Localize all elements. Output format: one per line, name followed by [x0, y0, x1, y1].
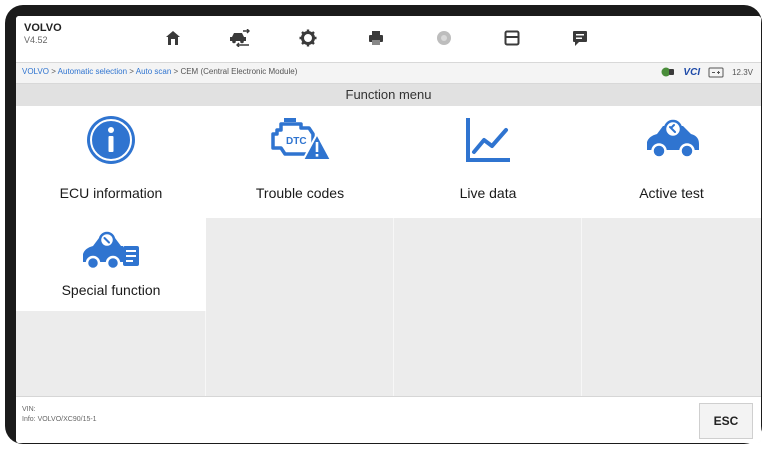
home-button[interactable] — [159, 25, 187, 51]
breadcrumb-link-automatic-selection[interactable]: Automatic selection — [58, 67, 127, 76]
data-log-icon — [573, 31, 587, 46]
breadcrumb-separator: > — [127, 67, 136, 76]
vci-status: VCI — [683, 66, 701, 78]
empty-cell — [16, 311, 206, 396]
battery-icon — [708, 67, 724, 77]
menu-item-active-test[interactable]: Active test — [582, 106, 761, 218]
app-version: V4.52 — [24, 35, 48, 45]
info-icon — [87, 116, 135, 164]
help-icon — [437, 31, 451, 45]
engine-warning-icon: DTC — [271, 118, 333, 161]
menu-item-label: Special function — [61, 282, 161, 298]
save-icon — [504, 30, 520, 46]
empty-cell — [206, 218, 394, 311]
breadcrumb-bar: VOLVO > Automatic selection > Auto scan … — [16, 62, 761, 84]
svg-text:DTC: DTC — [286, 136, 307, 147]
brand-name: VOLVO — [24, 22, 62, 34]
empty-cell — [582, 218, 761, 311]
menu-item-label: Live data — [459, 185, 517, 201]
empty-cell — [394, 311, 582, 396]
empty-cell — [206, 311, 394, 396]
function-menu-title: Function menu — [16, 84, 761, 106]
save-button[interactable] — [498, 25, 526, 51]
car-active-test-icon — [646, 119, 699, 159]
connection-icon — [661, 67, 675, 77]
vehicle-info: VIN: Info: VOLVO/XC90/15-1 — [22, 405, 97, 425]
menu-item-ecu-information[interactable]: ECU information — [16, 106, 206, 218]
home-icon — [166, 31, 180, 45]
car-special-function-icon — [83, 231, 139, 271]
breadcrumb-current: CEM (Central Electronic Module) — [180, 67, 298, 76]
breadcrumb: VOLVO > Automatic selection > Auto scan … — [22, 67, 297, 76]
vin-label: VIN: — [22, 406, 36, 413]
menu-item-live-data[interactable]: Live data — [394, 106, 582, 218]
vehicle-info-text: Info: VOLVO/XC90/15-1 — [22, 416, 97, 423]
menu-item-label: ECU information — [59, 185, 163, 201]
bottom-bar: VIN: Info: VOLVO/XC90/15-1 ESC — [16, 396, 761, 443]
top-toolbar: VOLVO V4.52 — [16, 16, 761, 62]
vehicle-swap-icon — [230, 29, 250, 47]
print-button[interactable] — [362, 25, 390, 51]
esc-button[interactable]: ESC — [699, 403, 753, 439]
menu-item-label: Active test — [639, 185, 704, 201]
data-log-button[interactable] — [566, 25, 594, 51]
vehicle-swap-button[interactable] — [226, 25, 254, 51]
battery-voltage: 12.3V — [732, 67, 753, 77]
breadcrumb-link-volvo[interactable]: VOLVO — [22, 67, 49, 76]
menu-item-special-function[interactable]: Special function — [16, 218, 206, 311]
menu-item-label: Trouble codes — [255, 185, 345, 201]
menu-item-trouble-codes[interactable]: DTC Trouble codes — [206, 106, 394, 218]
settings-button[interactable] — [294, 25, 322, 51]
settings-icon — [299, 29, 317, 47]
empty-cell — [394, 218, 582, 311]
line-chart-icon — [466, 118, 510, 162]
brand-block: VOLVO V4.52 — [24, 23, 62, 45]
screen: VOLVO V4.52 VOLVO > Automatic selection … — [16, 16, 761, 443]
breadcrumb-link-auto-scan[interactable]: Auto scan — [136, 67, 172, 76]
print-icon — [369, 31, 383, 45]
help-button[interactable] — [430, 25, 458, 51]
empty-cell — [582, 311, 761, 396]
device-frame: VOLVO V4.52 VOLVO > Automatic selection … — [5, 5, 762, 444]
breadcrumb-separator: > — [48, 67, 58, 76]
status-area: VCI 12.3V — [661, 66, 753, 78]
